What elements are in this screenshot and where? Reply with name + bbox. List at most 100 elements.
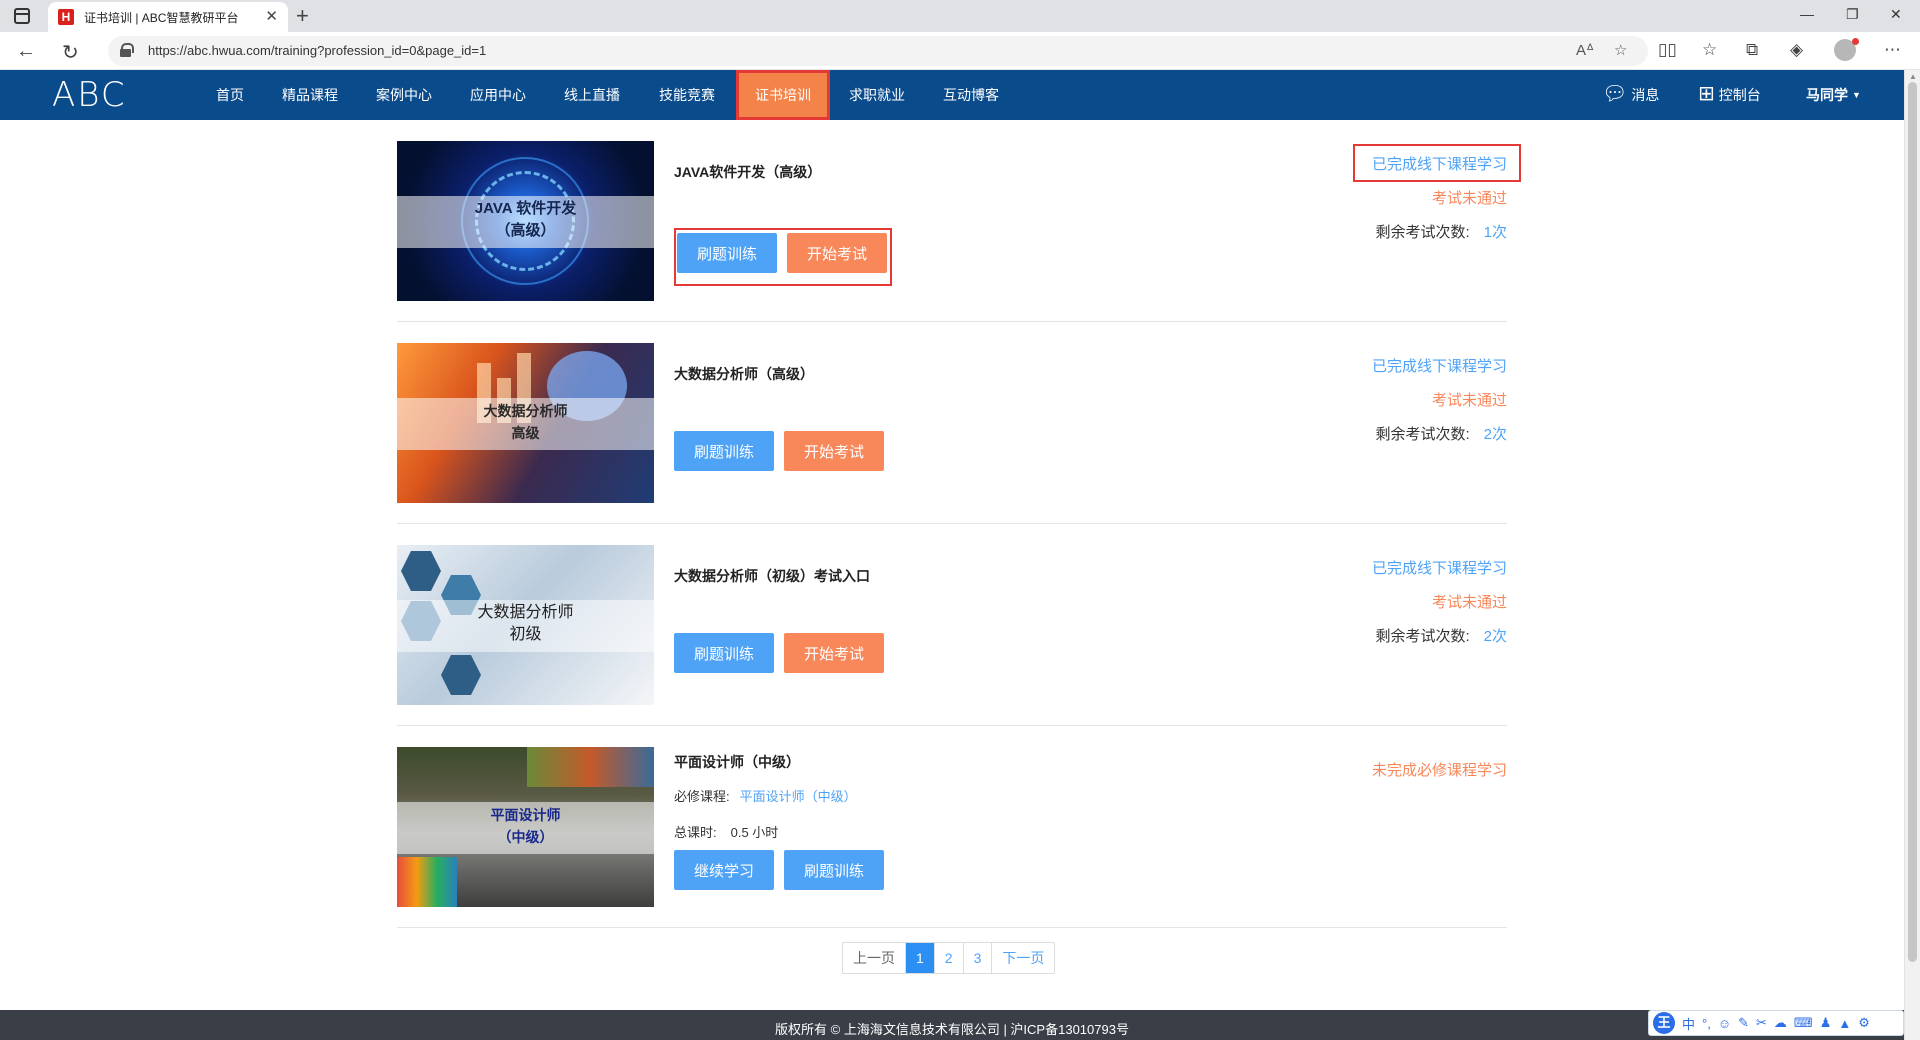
course-card: 平面设计师 （中级） 平面设计师（中级） 必修课程: 平面设计师（中级） 总课时:…	[397, 726, 1507, 928]
cloud-icon[interactable]: ☁	[1774, 1015, 1787, 1031]
start-exam-button[interactable]: 开始考试	[784, 431, 884, 471]
status-required-pending: 未完成必修课程学习	[1371, 762, 1507, 779]
remaining-value: 2次	[1483, 628, 1507, 645]
nav-courses[interactable]: 精品课程	[278, 70, 342, 120]
thumbnail-level: 初级	[509, 626, 542, 643]
course-thumbnail[interactable]: 大数据分析师 高级	[397, 343, 654, 503]
hours-value: 0.5 小时	[730, 825, 779, 840]
page-3-button[interactable]: 3	[962, 943, 992, 973]
site-logo[interactable]: ABC	[52, 76, 172, 114]
url-field[interactable]: https://abc.hwua.com/training?profession…	[108, 36, 1648, 66]
user-menu[interactable]: 马同学 ▼	[1806, 70, 1861, 120]
course-thumbnail[interactable]: JAVA 软件开发 （高级）	[397, 141, 654, 301]
course-title[interactable]: 大数据分析师（高级）	[674, 364, 814, 384]
practice-button[interactable]: 刷题训练	[677, 233, 777, 273]
nav-cases[interactable]: 案例中心	[372, 70, 436, 120]
ime-logo[interactable]: 王	[1653, 1012, 1675, 1034]
next-page-button[interactable]: 下一页	[991, 943, 1054, 973]
course-thumbnail[interactable]: 大数据分析师 初级	[397, 545, 654, 705]
lock-icon	[120, 43, 134, 57]
status-completed: 已完成线下课程学习	[1371, 358, 1507, 375]
nav-blog[interactable]: 互动博客	[939, 70, 1003, 120]
console-link[interactable]: ⊞ 控制台	[1698, 70, 1761, 120]
pagination: 上一页 1 2 3 下一页	[842, 942, 1056, 974]
site-footer: 版权所有 © 上海海文信息技术有限公司 | 沪ICP备13010793号	[0, 1010, 1904, 1040]
console-label: 控制台	[1718, 87, 1761, 103]
emoji-icon[interactable]: ☺	[1718, 1016, 1731, 1031]
practice-button[interactable]: 刷题训练	[784, 850, 884, 890]
scroll-thumb[interactable]	[1908, 82, 1917, 962]
page-2-button[interactable]: 2	[933, 943, 963, 973]
page-1-button[interactable]: 1	[905, 943, 934, 973]
nav-certificate[interactable]: 证书培训	[736, 70, 830, 120]
grid-icon: ⊞	[1698, 83, 1715, 106]
favorite-add-icon[interactable]: ☆	[1614, 41, 1627, 59]
thumbnail-level: （高级）	[495, 222, 556, 239]
start-exam-button[interactable]: 开始考试	[787, 233, 887, 273]
course-title[interactable]: 大数据分析师（初级）考试入口	[674, 566, 870, 586]
remaining-attempts: 剩余考试次数: 2次	[1375, 625, 1507, 646]
messages-link[interactable]: 💬︎ 消息	[1602, 70, 1659, 120]
tab-close-icon[interactable]: ✕	[265, 7, 278, 25]
status-completed: 已完成线下课程学习	[1371, 156, 1507, 173]
site-header: ABC 首页 精品课程 案例中心 应用中心 线上直播 技能竞赛 证书培训 求职就…	[0, 70, 1904, 120]
nav-contest[interactable]: 技能竞赛	[655, 70, 719, 120]
prev-page-button[interactable]: 上一页	[843, 943, 905, 973]
more-menu-icon[interactable]: ⋯	[1884, 40, 1901, 60]
tab-title: 证书培训 | ABC智慧教研平台	[84, 11, 239, 25]
status-exam-failed: 考试未通过	[1431, 190, 1507, 207]
browser-essentials-icon[interactable]: ◈	[1790, 40, 1803, 60]
restore-icon[interactable]: ❐	[1846, 6, 1859, 23]
course-card: 大数据分析师 初级 大数据分析师（初级）考试入口 刷题训练 开始考试 已完成线下…	[397, 524, 1507, 726]
browser-tab[interactable]: H 证书培训 | ABC智慧教研平台 ✕	[48, 2, 288, 32]
status-exam-failed: 考试未通过	[1431, 594, 1507, 611]
practice-button[interactable]: 刷题训练	[674, 431, 774, 471]
practice-button[interactable]: 刷题训练	[674, 633, 774, 673]
split-screen-icon[interactable]: ▯▯	[1658, 40, 1677, 60]
keyboard-icon[interactable]: ⌨	[1794, 1015, 1813, 1031]
collections-icon[interactable]: ⧉	[1746, 40, 1758, 60]
scissors-icon[interactable]: ✂	[1756, 1015, 1767, 1031]
favorites-icon[interactable]: ☆	[1702, 40, 1717, 60]
remaining-label: 剩余考试次数:	[1375, 628, 1470, 645]
start-exam-button[interactable]: 开始考试	[784, 633, 884, 673]
total-hours-row: 总课时: 0.5 小时	[674, 822, 778, 841]
nav-live[interactable]: 线上直播	[560, 70, 624, 120]
nav-jobs[interactable]: 求职就业	[845, 70, 909, 120]
skin-icon[interactable]: ▲	[1838, 1016, 1851, 1031]
refresh-icon[interactable]: ↻	[62, 40, 79, 65]
course-title[interactable]: 平面设计师（中级）	[674, 752, 800, 772]
settings-icon[interactable]: ⚙	[1858, 1015, 1870, 1031]
remaining-attempts: 剩余考试次数: 1次	[1375, 221, 1507, 242]
course-thumbnail[interactable]: 平面设计师 （中级）	[397, 747, 654, 907]
message-icon: 💬︎	[1602, 83, 1628, 106]
copyright-text: 版权所有 © 上海海文信息技术有限公司 | 沪ICP备13010793号	[775, 1022, 1129, 1037]
minimize-icon[interactable]: —	[1800, 6, 1814, 22]
site-favicon-icon: H	[58, 9, 74, 25]
page-scrollbar[interactable]: ▲	[1904, 70, 1920, 1040]
ime-mode[interactable]: 中	[1682, 1014, 1695, 1033]
required-course-link[interactable]: 平面设计师（中级）	[740, 789, 857, 804]
user-name: 马同学	[1806, 87, 1848, 103]
read-aloud-icon[interactable]: Aᐞ	[1576, 41, 1594, 59]
user-icon[interactable]: ♟	[1820, 1015, 1832, 1031]
remaining-value: 1次	[1483, 224, 1507, 241]
ime-toolbar: 王 中 °, ☺ ✎ ✂ ☁ ⌨ ♟ ▲ ⚙	[1648, 1010, 1904, 1036]
punctuation-icon[interactable]: °,	[1702, 1016, 1711, 1031]
back-icon[interactable]: ←	[16, 40, 36, 63]
tab-actions-icon[interactable]	[14, 8, 30, 24]
new-tab-icon[interactable]: +	[296, 3, 309, 29]
handwriting-icon[interactable]: ✎	[1738, 1015, 1749, 1031]
required-course-row: 必修课程: 平面设计师（中级）	[674, 786, 857, 805]
window-close-icon[interactable]: ✕	[1890, 6, 1902, 23]
profile-avatar[interactable]	[1834, 38, 1859, 61]
thumbnail-level: （中级）	[497, 829, 554, 845]
scroll-up-icon[interactable]: ▲	[1909, 72, 1917, 81]
nav-apps[interactable]: 应用中心	[466, 70, 530, 120]
thumbnail-title: 大数据分析师	[477, 604, 574, 621]
caret-down-icon: ▼	[1852, 90, 1861, 100]
continue-learning-button[interactable]: 继续学习	[674, 850, 774, 890]
nav-home[interactable]: 首页	[206, 70, 254, 120]
course-title[interactable]: JAVA软件开发（高级）	[674, 162, 821, 182]
thumbnail-title: JAVA 软件开发	[474, 200, 577, 217]
